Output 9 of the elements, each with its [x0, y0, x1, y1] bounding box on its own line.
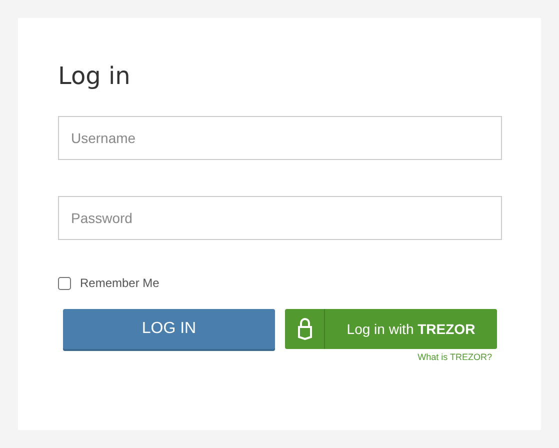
what-is-trezor-link[interactable]: What is TREZOR?: [418, 352, 492, 362]
page-title: Log in: [58, 62, 132, 90]
input-field[interactable]: Username: [58, 116, 502, 160]
trezor-login-button[interactable]: Log in with TREZOR: [285, 309, 497, 349]
remember-checkbox[interactable]: [58, 276, 71, 290]
lock-icon: [298, 318, 312, 340]
remember-label: Remember Me: [80, 276, 160, 290]
login-button[interactable]: LOG IN: [63, 309, 275, 349]
input-field[interactable]: Password: [58, 196, 502, 240]
